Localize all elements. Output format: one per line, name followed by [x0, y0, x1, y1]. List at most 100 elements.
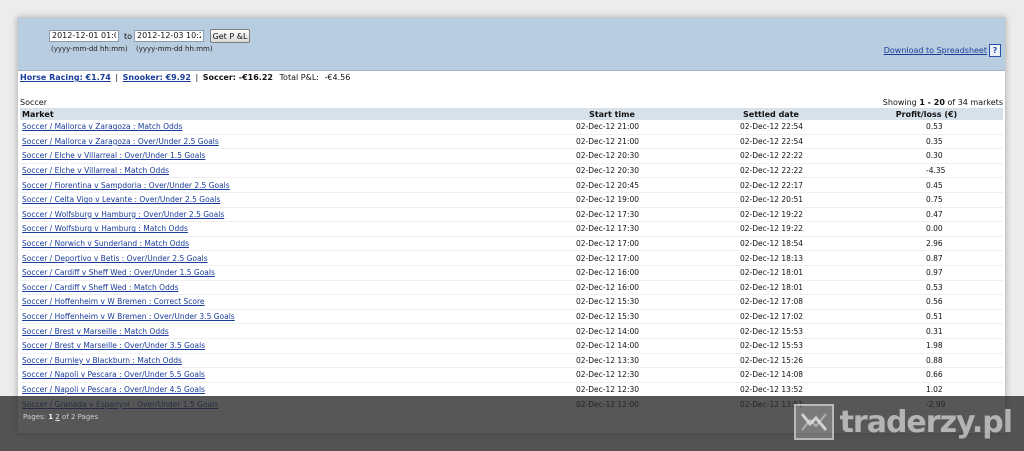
pages-suffix: of 2 Pages	[62, 413, 99, 421]
watermark-text: traderzy.pl	[839, 404, 1013, 440]
header-market[interactable]: Market	[20, 108, 532, 120]
download-spreadsheet-link[interactable]: Download to Spreadsheet	[884, 46, 987, 55]
profit-loss-cell: 0.31	[850, 323, 1003, 339]
settled-date-cell: 02-Dec-12 20:51	[692, 192, 850, 208]
header-settled-date[interactable]: Settled date	[692, 108, 850, 120]
settled-date-cell: 02-Dec-12 17:02	[692, 309, 850, 325]
settled-date-cell: 02-Dec-12 22:17	[692, 177, 850, 193]
start-time-cell: 02-Dec-12 19:00	[532, 192, 692, 208]
market-cell: Soccer / Cardiff v Sheff Wed : Over/Unde…	[20, 265, 532, 281]
section-sport-label: Soccer	[20, 98, 47, 107]
market-cell: Soccer / Mallorca v Zaragoza : Match Odd…	[20, 120, 532, 135]
market-link[interactable]: Soccer / Elche v Villarreal : Match Odds	[22, 166, 169, 175]
market-link[interactable]: Soccer / Hoffenheim v W Bremen : Over/Un…	[22, 312, 235, 321]
to-date-input[interactable]	[134, 30, 204, 42]
profit-loss-cell: 0.53	[850, 120, 1003, 135]
settled-date-cell: 02-Dec-12 15:53	[692, 338, 850, 354]
help-icon[interactable]: ?	[989, 44, 1001, 57]
settled-date-cell: 02-Dec-12 18:01	[692, 265, 850, 281]
market-link[interactable]: Soccer / Norwich v Sunderland : Match Od…	[22, 239, 189, 248]
total-pl-label: Total P&L:	[279, 73, 319, 82]
table-row: Soccer / Mallorca v Zaragoza : Match Odd…	[20, 120, 1003, 135]
profit-loss-cell: 0.35	[850, 134, 1003, 150]
table-row: Soccer / Napoli v Pescara : Over/Under 4…	[20, 382, 1003, 398]
header-profit-loss[interactable]: Profit/loss (€)	[850, 108, 1003, 120]
market-link[interactable]: Soccer / Mallorca v Zaragoza : Over/Unde…	[22, 137, 219, 146]
date-filter-bar: to (yyyy-mm-dd hh:mm) (yyyy-mm-dd hh:mm)…	[18, 18, 1005, 71]
profit-loss-cell: 1.02	[850, 382, 1003, 398]
market-link[interactable]: Soccer / Cardiff v Sheff Wed : Match Odd…	[22, 283, 179, 292]
get-pl-button[interactable]: Get P &L	[210, 29, 250, 43]
profit-loss-cell: 2.96	[850, 236, 1003, 252]
settled-date-cell: 02-Dec-12 19:22	[692, 221, 850, 237]
to-label: to	[124, 32, 133, 41]
market-cell: Soccer / Fiorentina v Sampdoria : Over/U…	[20, 177, 532, 193]
market-link[interactable]: Soccer / Wolfsburg v Hamburg : Over/Unde…	[22, 210, 224, 219]
settled-date-cell: 02-Dec-12 14:08	[692, 367, 850, 383]
market-link[interactable]: Soccer / Burnley v Blackburn : Match Odd…	[22, 356, 182, 365]
profit-loss-cell: 0.51	[850, 309, 1003, 325]
market-link[interactable]: Soccer / Napoli v Pescara : Over/Under 4…	[22, 385, 205, 394]
pages-prefix: Pages:	[23, 413, 46, 421]
market-link[interactable]: Soccer / Hoffenheim v W Bremen : Correct…	[22, 297, 205, 306]
horse-racing-link[interactable]: Horse Racing: €1.74	[20, 73, 111, 82]
table-row: Soccer / Norwich v Sunderland : Match Od…	[20, 236, 1003, 252]
market-link[interactable]: Soccer / Fiorentina v Sampdoria : Over/U…	[22, 181, 230, 190]
settled-date-cell: 02-Dec-12 22:54	[692, 134, 850, 150]
profit-loss-cell: 0.87	[850, 250, 1003, 266]
table-row: Soccer / Deportivo v Betis : Over/Under …	[20, 250, 1003, 266]
market-cell: Soccer / Wolfsburg v Hamburg : Match Odd…	[20, 221, 532, 237]
settled-date-cell: 02-Dec-12 18:13	[692, 250, 850, 266]
market-cell: Soccer / Burnley v Blackburn : Match Odd…	[20, 353, 532, 369]
from-date-hint: (yyyy-mm-dd hh:mm)	[51, 45, 128, 53]
start-time-cell: 02-Dec-12 16:00	[532, 280, 692, 296]
market-link[interactable]: Soccer / Napoli v Pescara : Over/Under 5…	[22, 370, 205, 379]
start-time-cell: 02-Dec-12 17:30	[532, 207, 692, 223]
header-start-time[interactable]: Start time	[532, 108, 692, 120]
market-cell: Soccer / Elche v Villarreal : Match Odds	[20, 163, 532, 179]
settled-date-cell: 02-Dec-12 17:08	[692, 294, 850, 310]
start-time-cell: 02-Dec-12 13:30	[532, 353, 692, 369]
market-link[interactable]: Soccer / Elche v Villarreal : Over/Under…	[22, 151, 205, 160]
market-cell: Soccer / Norwich v Sunderland : Match Od…	[20, 236, 532, 252]
market-cell: Soccer / Napoli v Pescara : Over/Under 4…	[20, 382, 532, 398]
profit-loss-cell: 0.47	[850, 207, 1003, 223]
to-date-hint: (yyyy-mm-dd hh:mm)	[136, 45, 213, 53]
table-row: Soccer / Elche v Villarreal : Match Odds…	[20, 163, 1003, 179]
market-cell: Soccer / Elche v Villarreal : Over/Under…	[20, 148, 532, 164]
market-link[interactable]: Soccer / Celta Vigo v Levante : Over/Und…	[22, 195, 220, 204]
table-row: Soccer / Brest v Marseille : Match Odds 0…	[20, 323, 1003, 339]
market-cell: Soccer / Hoffenheim v W Bremen : Over/Un…	[20, 309, 532, 325]
sport-summary: Horse Racing: €1.74 | Snooker: €9.92 | S…	[20, 73, 350, 82]
profit-loss-cell: 0.45	[850, 177, 1003, 193]
market-link[interactable]: Soccer / Wolfsburg v Hamburg : Match Odd…	[22, 224, 188, 233]
market-link[interactable]: Soccer / Mallorca v Zaragoza : Match Odd…	[22, 122, 182, 131]
market-cell: Soccer / Napoli v Pescara : Over/Under 5…	[20, 367, 532, 383]
profit-loss-cell: 0.97	[850, 265, 1003, 281]
settled-date-cell: 02-Dec-12 15:26	[692, 353, 850, 369]
watermark-logo: traderzy.pl	[793, 402, 1013, 442]
page-2-link[interactable]: 2	[55, 413, 59, 421]
showing-count: Showing 1 - 20 of 34 markets	[883, 98, 1003, 107]
profit-loss-cell: 0.75	[850, 192, 1003, 208]
table-row: Soccer / Wolfsburg v Hamburg : Over/Unde…	[20, 207, 1003, 223]
profit-loss-cell: 0.30	[850, 148, 1003, 164]
profit-loss-cell: 0.66	[850, 367, 1003, 383]
summary-separator: |	[115, 73, 119, 82]
table-row: Soccer / Burnley v Blackburn : Match Odd…	[20, 353, 1003, 369]
snooker-link[interactable]: Snooker: €9.92	[123, 73, 191, 82]
market-cell: Soccer / Cardiff v Sheff Wed : Match Odd…	[20, 280, 532, 296]
from-date-input[interactable]	[49, 30, 119, 42]
start-time-cell: 02-Dec-12 20:30	[532, 163, 692, 179]
start-time-cell: 02-Dec-12 21:00	[532, 134, 692, 150]
settled-date-cell: 02-Dec-12 18:01	[692, 280, 850, 296]
market-link[interactable]: Soccer / Cardiff v Sheff Wed : Over/Unde…	[22, 268, 215, 277]
market-link[interactable]: Soccer / Brest v Marseille : Over/Under …	[22, 341, 205, 350]
profit-loss-cell: 1.98	[850, 338, 1003, 354]
table-row: Soccer / Wolfsburg v Hamburg : Match Odd…	[20, 221, 1003, 237]
pl-report-panel: to (yyyy-mm-dd hh:mm) (yyyy-mm-dd hh:mm)…	[17, 17, 1006, 434]
market-cell: Soccer / Deportivo v Betis : Over/Under …	[20, 250, 532, 266]
start-time-cell: 02-Dec-12 17:30	[532, 221, 692, 237]
market-link[interactable]: Soccer / Deportivo v Betis : Over/Under …	[22, 254, 208, 263]
market-link[interactable]: Soccer / Brest v Marseille : Match Odds	[22, 327, 169, 336]
